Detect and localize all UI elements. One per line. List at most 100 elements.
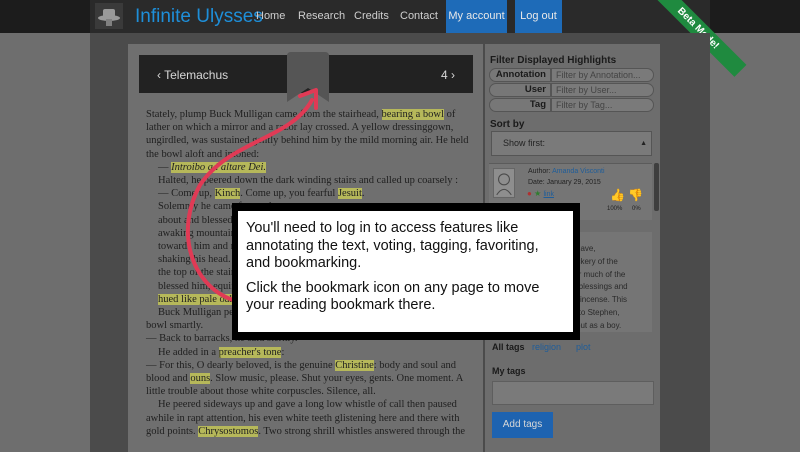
nav-home-link[interactable]: Home bbox=[256, 10, 285, 22]
modal-line-1: You'll need to log in to access features… bbox=[246, 220, 539, 272]
text-segment: He peered sideways up and gave a long lo… bbox=[158, 399, 457, 411]
flag-icon[interactable]: ● bbox=[527, 189, 532, 198]
text-segment: ungirdled, was sustained gently behind h… bbox=[146, 135, 469, 147]
text-segment: : bbox=[281, 346, 285, 358]
text-line: Stately, plump Buck Mulligan came from t… bbox=[146, 108, 476, 121]
filter-title: Filter Displayed Highlights bbox=[490, 55, 617, 66]
tag-filter: Tag Filter by Tag... bbox=[489, 98, 655, 112]
highlighted-phrase[interactable]: Chrysostomos bbox=[198, 425, 259, 437]
text-line: gold points. Chrysostomos. Two strong sh… bbox=[146, 425, 476, 438]
highlighted-phrase[interactable]: ouns bbox=[190, 373, 211, 385]
card-permalink[interactable]: link bbox=[543, 191, 554, 198]
text-segment: : body and soul and bbox=[373, 359, 457, 371]
text-segment: Stately, plump Buck Mulligan came fro bbox=[146, 109, 313, 120]
text-segment: awhile in rapt attention, his even white… bbox=[146, 412, 460, 424]
text-line: He added in a preacher's tone: bbox=[146, 346, 476, 359]
comment-line: n to Stephen, bbox=[572, 307, 620, 317]
comment-line: ockery of the bbox=[572, 256, 618, 266]
text-segment: little trouble about those white corpusc… bbox=[146, 386, 376, 398]
text-segment: . Two strong shrill whistles answered th… bbox=[258, 425, 466, 437]
sort-select[interactable]: Show first: ▲▼ bbox=[491, 131, 652, 170]
my-tags-label: My tags bbox=[492, 366, 526, 376]
text-segment: — For this, O dearly beloved, is the gen… bbox=[146, 359, 336, 371]
text-segment: He added in a bbox=[158, 346, 219, 358]
my-account-button[interactable]: My account bbox=[446, 0, 507, 33]
login-required-message[interactable]: You'll need to log in to access features… bbox=[238, 211, 573, 332]
highlighted-phrase[interactable]: bearing a bowl bbox=[381, 109, 444, 120]
text-segment: the bowl aloft and intoned: bbox=[146, 148, 260, 160]
my-tags-input[interactable] bbox=[492, 381, 654, 405]
text-line: — For this, O dearly beloved, is the gen… bbox=[146, 359, 476, 372]
next-chapter-link[interactable]: 4 › bbox=[441, 68, 455, 82]
user-filter-input[interactable]: Filter by User... bbox=[551, 83, 654, 97]
tag-religion-link[interactable]: religion bbox=[532, 342, 561, 352]
modal-line-2: Click the bookmark icon on any page to m… bbox=[246, 279, 540, 314]
comment-line: n blessings and bbox=[572, 282, 628, 292]
text-segment: of bbox=[443, 109, 456, 120]
card-icons: ● ★ link bbox=[527, 189, 554, 198]
tag-filter-input[interactable]: Filter by Tag... bbox=[551, 98, 654, 112]
vote-down-pct: 0% bbox=[632, 206, 641, 212]
favorite-star-icon[interactable]: ★ bbox=[534, 189, 541, 198]
site-brand[interactable]: Infinite Ulysses bbox=[135, 6, 263, 28]
text-line: the bowl aloft and intoned: bbox=[146, 148, 476, 161]
highlighted-phrase[interactable]: Jesuit bbox=[337, 188, 362, 200]
logout-button[interactable]: Log out bbox=[515, 0, 562, 33]
highlighted-phrase[interactable]: Introibo ad altare Dei. bbox=[171, 161, 267, 173]
text-segment: gold points. bbox=[146, 425, 199, 437]
sort-value: Show first: bbox=[503, 138, 546, 148]
text-line: — Introibo ad altare Dei. bbox=[146, 161, 476, 174]
text-line: He peered sideways up and gave a long lo… bbox=[146, 398, 476, 411]
text-segment: lather on which a mirror and a razor lay… bbox=[146, 122, 454, 134]
card-date: Date: January 29, 2015 bbox=[528, 179, 601, 186]
logo-hat-icon[interactable] bbox=[95, 3, 123, 29]
highlighted-phrase[interactable]: preacher's tone bbox=[218, 346, 282, 358]
text-segment: . Slow music, please. Shut your eyes, ge… bbox=[210, 373, 464, 385]
text-line: — Come up, Kinch. Come up, you fearful J… bbox=[146, 187, 476, 200]
add-tags-button[interactable]: Add tags bbox=[492, 412, 553, 438]
annotation-comment-text: shave, ockery of the for much of the n b… bbox=[572, 243, 628, 333]
author-link[interactable]: Amanda Visconti bbox=[552, 168, 604, 175]
text-line: little trouble about those white corpusc… bbox=[146, 385, 476, 398]
nav-credits-link[interactable]: Credits bbox=[354, 10, 389, 22]
comment-line: shave, bbox=[572, 244, 596, 253]
highlighted-phrase[interactable]: Kinch bbox=[214, 188, 241, 200]
vote-percentages: 100% 0% bbox=[607, 206, 641, 212]
text-line: awhile in rapt attention, his even white… bbox=[146, 412, 476, 425]
annotation-filter-label: Annotation bbox=[489, 68, 551, 82]
nav-contact-link[interactable]: Contact bbox=[400, 10, 438, 22]
sidebar-scrollbar[interactable] bbox=[654, 163, 659, 211]
tag-plot-link[interactable]: plot bbox=[576, 342, 591, 352]
user-filter-label: User bbox=[489, 83, 551, 97]
tag-filter-label: Tag bbox=[489, 98, 551, 112]
text-line: Halted, he peered down the dark winding … bbox=[146, 174, 476, 187]
comment-line: ly incense. This bbox=[572, 295, 627, 305]
user-filter: User Filter by User... bbox=[489, 83, 655, 97]
vote-up-pct: 100% bbox=[607, 206, 623, 212]
card-author-line: Author: Amanda Visconti bbox=[528, 168, 605, 175]
highlighted-phrase[interactable]: Christine bbox=[335, 359, 374, 371]
highlighted-phrase[interactable]: hued like pale oak bbox=[158, 293, 235, 305]
comment-line: for much of the bbox=[572, 269, 626, 279]
text-segment: — bbox=[158, 161, 172, 173]
text-segment: Halted, he peered down the dark winding … bbox=[158, 175, 459, 187]
bookmark-icon[interactable] bbox=[287, 52, 329, 102]
text-segment: blood and bbox=[146, 373, 191, 385]
annotation-filter: Annotation Filter by Annotation... bbox=[489, 68, 655, 82]
comment-line: vout as a boy. bbox=[572, 320, 622, 330]
text-segment: . Come up, you fearful bbox=[240, 188, 338, 200]
all-tags-label: All tags bbox=[492, 342, 525, 352]
thumbs-up-icon[interactable]: 👍 bbox=[610, 188, 625, 202]
vote-buttons: 👍 👎 bbox=[610, 188, 643, 202]
nav-research-link[interactable]: Research bbox=[298, 10, 345, 22]
author-avatar bbox=[493, 168, 515, 198]
text-segment: — Come up, bbox=[158, 188, 215, 200]
annotation-filter-input[interactable]: Filter by Annotation... bbox=[551, 68, 654, 82]
author-label: Author: bbox=[528, 168, 553, 175]
text-line: ungirdled, was sustained gently behind h… bbox=[146, 134, 476, 147]
sort-title: Sort by bbox=[490, 119, 525, 130]
thumbs-down-icon[interactable]: 👎 bbox=[628, 188, 643, 202]
prev-chapter-link[interactable]: ‹ Telemachus bbox=[157, 68, 228, 82]
text-segment: bowl smartly. bbox=[146, 320, 204, 332]
text-segment: . bbox=[361, 188, 365, 200]
